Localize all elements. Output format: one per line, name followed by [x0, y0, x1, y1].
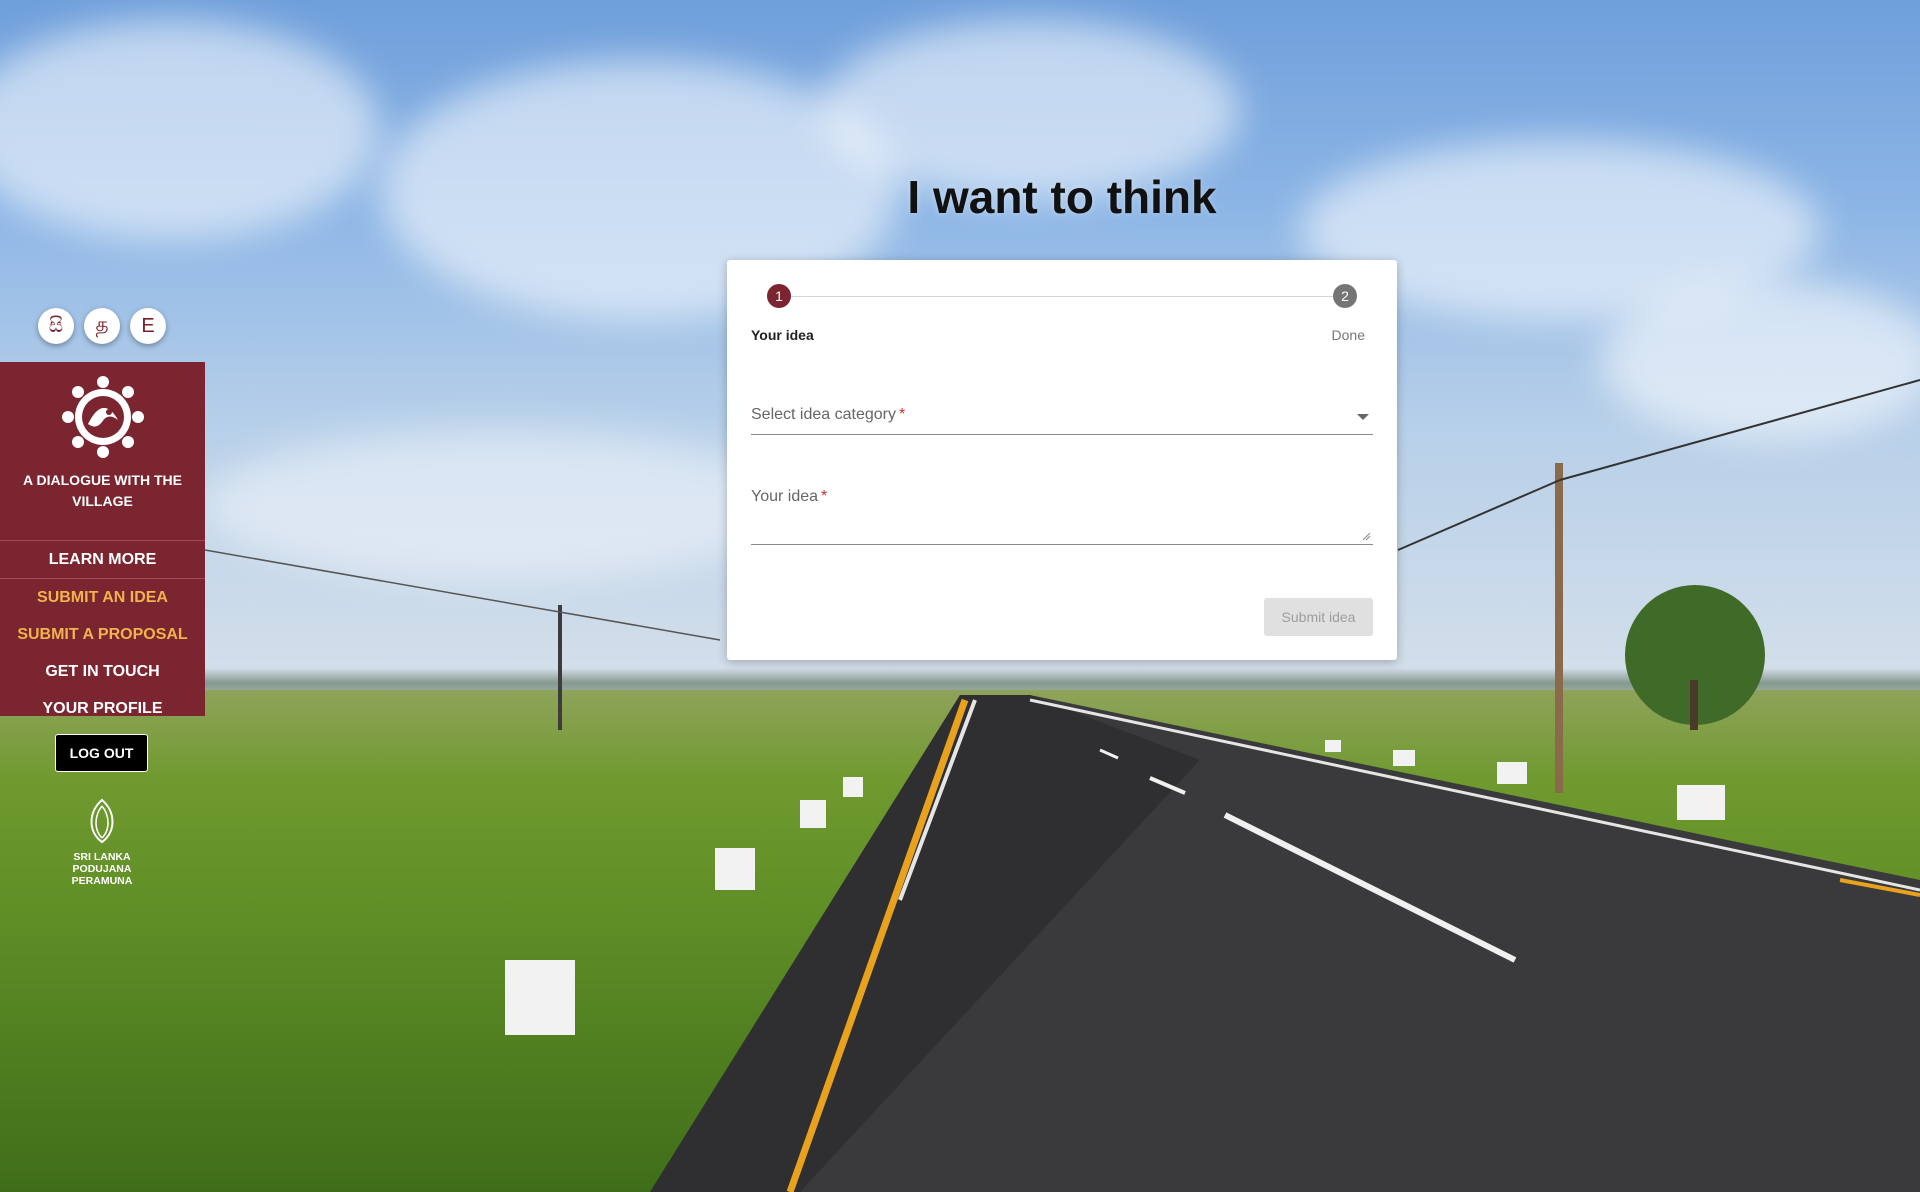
resize-handle-icon[interactable]	[1362, 532, 1371, 541]
menu-learn-more[interactable]: LEARN MORE	[0, 541, 205, 579]
party-logo[interactable]: SRI LANKA PODUJANA PERAMUNA	[60, 798, 144, 887]
stepper-connector	[786, 296, 1338, 297]
idea-category-select[interactable]: Select idea category *	[751, 400, 1373, 435]
party-name: SRI LANKA PODUJANA PERAMUNA	[71, 851, 133, 887]
brand-name: A DIALOGUE WITH THE VILLAGE	[23, 472, 182, 509]
menu-get-in-touch[interactable]: GET IN TOUCH	[0, 653, 205, 690]
idea-label: Your idea *	[751, 488, 828, 505]
menu-your-profile[interactable]: YOUR PROFILE	[0, 690, 205, 727]
menu-submit-proposal[interactable]: SUBMIT A PROPOSAL	[0, 616, 205, 653]
lang-tamil-button[interactable]: த	[84, 308, 120, 344]
chevron-down-icon	[1357, 414, 1369, 420]
sidebar-menu: LEARN MORE SUBMIT AN IDEA SUBMIT A PROPO…	[0, 541, 205, 727]
page-title: I want to think	[907, 171, 1217, 223]
menu-submit-idea[interactable]: SUBMIT AN IDEA	[0, 579, 205, 616]
language-switcher: සි த E	[38, 308, 166, 344]
lang-english-button[interactable]: E	[130, 308, 166, 344]
idea-form-card: 1 2 Your idea Done Select idea category *…	[727, 260, 1397, 660]
sidebar: A DIALOGUE WITH THE VILLAGE LEARN MORE S…	[0, 362, 205, 717]
idea-textarea[interactable]: Your idea *	[751, 482, 1373, 545]
step-1-label: Your idea	[751, 327, 814, 343]
step-2-label: Done	[1331, 327, 1365, 343]
step-1-indicator: 1	[767, 284, 791, 308]
logout-button[interactable]: LOG OUT	[55, 734, 148, 772]
lang-sinhala-button[interactable]: සි	[38, 308, 74, 344]
submit-idea-button[interactable]: Submit idea	[1264, 598, 1373, 636]
sidebar-brand: A DIALOGUE WITH THE VILLAGE	[0, 372, 205, 541]
step-2-indicator: 2	[1333, 284, 1357, 308]
idea-category-label: Select idea category *	[751, 406, 906, 423]
village-emblem-icon[interactable]	[58, 372, 148, 462]
lotus-leaf-icon	[90, 798, 114, 844]
